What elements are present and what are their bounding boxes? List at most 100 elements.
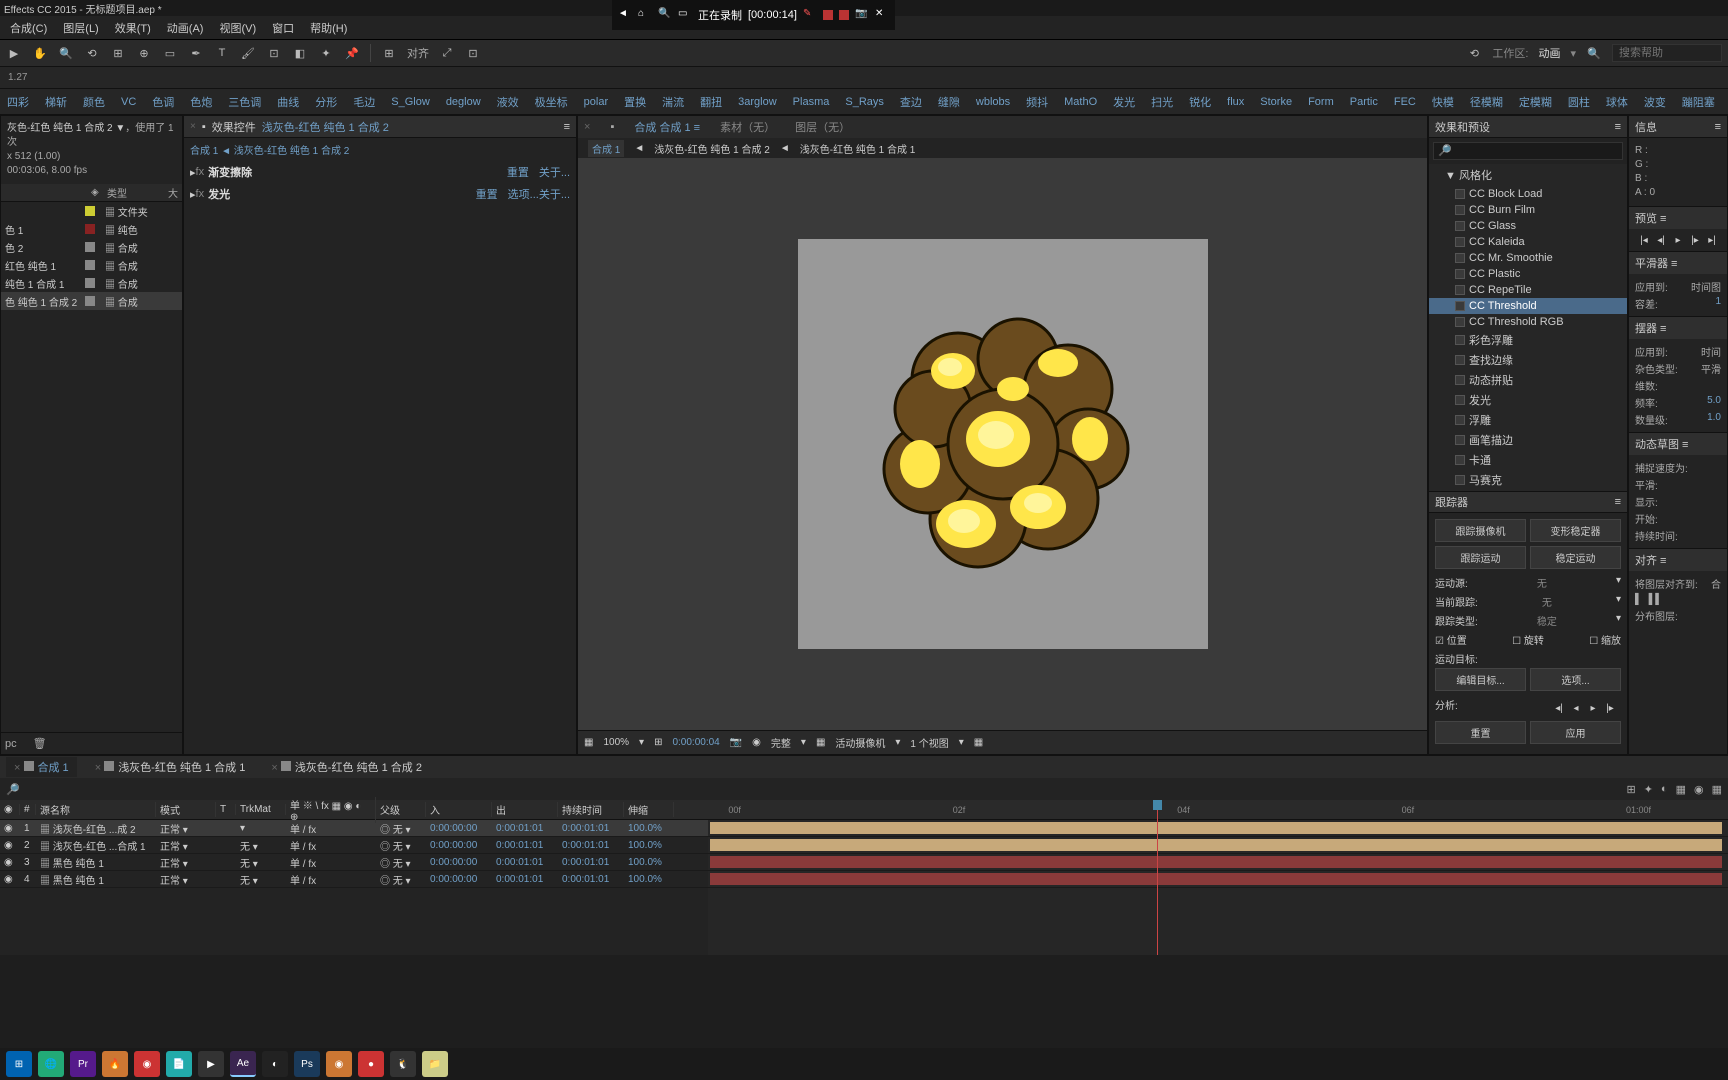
browser-icon[interactable]: 🌐 (38, 1051, 64, 1077)
preset-item[interactable]: 彩色浮雕 (1429, 330, 1627, 350)
next-frame-icon[interactable]: |▸ (1688, 233, 1702, 247)
camera-icon[interactable]: 📷 (855, 8, 869, 22)
tl-tool-icon[interactable]: ▦ (1676, 783, 1686, 796)
preset-item[interactable]: CC Mr. Smoothie (1429, 250, 1627, 266)
preset-item[interactable]: 浮雕 (1429, 410, 1627, 430)
project-item[interactable]: 色 纯色 1 合成 2▦ 合成 (1, 292, 182, 310)
reset-button[interactable]: 重置 (1435, 721, 1526, 744)
edit-target-button[interactable]: 编辑目标... (1435, 668, 1526, 691)
align-center-icon[interactable]: ▐ (1645, 594, 1652, 605)
workspace-dropdown[interactable]: 动画 (1538, 45, 1560, 61)
camera-dropdown[interactable]: 活动摄像机 (835, 735, 885, 750)
project-item[interactable]: ▦ 文件夹 (1, 202, 182, 220)
camera-tool-icon[interactable]: ⊞ (110, 45, 126, 61)
fx-preset-item[interactable]: Partic (1347, 94, 1381, 110)
timeline-layer-row[interactable]: ◉2▦ 浅灰色-红色 ...合成 1正常 ▾无 ▾单 / fx◎ 无 ▾0:00… (0, 837, 708, 854)
app-icon[interactable]: Pr (70, 1051, 96, 1077)
close-icon[interactable]: × (190, 121, 196, 132)
project-item[interactable]: 纯色 1 合成 1▦ 合成 (1, 274, 182, 292)
hand-tool-icon[interactable]: ✋ (32, 45, 48, 61)
selection-tool-icon[interactable]: ▶ (6, 45, 22, 61)
menu-item[interactable]: 合成(C) (4, 18, 53, 38)
crumb-item[interactable]: 合成 1 (588, 140, 624, 157)
composition-canvas[interactable] (798, 239, 1208, 649)
menu-item[interactable]: 效果(T) (109, 18, 157, 38)
app-icon[interactable]: ◉ (326, 1051, 352, 1077)
timeline-layer-row[interactable]: ◉4▦ 黑色 纯色 1正常 ▾无 ▾单 / fx◎ 无 ▾0:00:00:000… (0, 871, 708, 888)
snap-icon[interactable]: ⊞ (381, 45, 397, 61)
preset-item[interactable]: CC RepeTile (1429, 282, 1627, 298)
timeline-layer-row[interactable]: ◉1▦ 浅灰色-红色 ...成 2正常 ▾ ▾单 / fx◎ 无 ▾0:00:0… (0, 820, 708, 837)
fx-preset-item[interactable]: 锐化 (1186, 92, 1214, 112)
motion-src-dropdown[interactable]: 无 (1537, 575, 1547, 590)
fx-preset-item[interactable]: 查边 (897, 92, 925, 112)
warp-stabilize-button[interactable]: 变形稳定器 (1530, 519, 1621, 542)
app-icon[interactable]: 📄 (166, 1051, 192, 1077)
app-icon[interactable]: ● (358, 1051, 384, 1077)
fx-preset-item[interactable]: MathO (1061, 94, 1100, 110)
search-icon[interactable]: 🔎 (6, 783, 20, 796)
explorer-icon[interactable]: 📁 (422, 1051, 448, 1077)
stabilize-motion-button[interactable]: 稳定运动 (1530, 546, 1621, 569)
fx-preset-item[interactable]: 发光 (1110, 92, 1138, 112)
app-icon[interactable]: 🐧 (390, 1051, 416, 1077)
fx-preset-item[interactable]: 频抖 (1023, 92, 1051, 112)
timeline-tab[interactable]: × 浅灰色-红色 纯色 1 合成 2 (263, 757, 430, 777)
tl-tool-icon[interactable]: ⊞ (1626, 783, 1635, 796)
fx-preset-item[interactable]: S_Rays (842, 94, 887, 110)
last-frame-icon[interactable]: ▸| (1705, 233, 1719, 247)
time-display[interactable]: 0:00:00:04 (672, 737, 719, 748)
step-back-icon[interactable]: ◂| (1552, 701, 1566, 715)
preset-item[interactable]: CC Threshold (1429, 298, 1627, 314)
pixel-icon[interactable]: ▦ (974, 737, 983, 748)
fx-preset-item[interactable]: 翻扭 (697, 92, 725, 112)
brush-tool-icon[interactable]: 🖌 (240, 45, 256, 61)
viewer-tab[interactable]: 图层（无） (795, 119, 850, 135)
panel-menu-icon[interactable]: ≡ (564, 121, 570, 133)
fx-preset-item[interactable]: 扫光 (1148, 92, 1176, 112)
viewer-tab[interactable]: 素材（无） (720, 119, 775, 135)
zoom-dropdown[interactable]: 100% (603, 737, 629, 748)
eraser-tool-icon[interactable]: ◧ (292, 45, 308, 61)
app-icon[interactable]: 🔥 (102, 1051, 128, 1077)
effect-row[interactable]: ▸ fx 发光重置选项... 关于... (184, 183, 576, 205)
project-item[interactable]: 红色 纯色 1▦ 合成 (1, 256, 182, 274)
puppet-tool-icon[interactable]: 📌 (344, 45, 360, 61)
fx-preset-item[interactable]: 快模 (1429, 92, 1457, 112)
stamp-tool-icon[interactable]: ⊡ (266, 45, 282, 61)
view-icon[interactable]: ▦ (816, 737, 825, 748)
ps-icon[interactable]: Ps (294, 1051, 320, 1077)
snap-opt-icon[interactable]: ⤢ (439, 45, 455, 61)
search-input[interactable] (1612, 44, 1722, 62)
fx-preset-item[interactable]: Plasma (790, 94, 833, 110)
fx-preset-item[interactable]: 蹦阻塞 (1679, 92, 1718, 112)
menu-item[interactable]: 窗口 (266, 18, 300, 38)
snap-opt2-icon[interactable]: ⊡ (465, 45, 481, 61)
play-icon[interactable]: ▸ (1671, 233, 1685, 247)
project-item[interactable]: 色 1▦ 纯色 (1, 220, 182, 238)
project-item-title[interactable]: 灰色-红色 纯色 1 合成 2 ▼ (7, 123, 125, 134)
preset-item[interactable]: CC Kaleida (1429, 234, 1627, 250)
app-icon[interactable]: ▶ (198, 1051, 224, 1077)
views-dropdown[interactable]: 1 个视图 (910, 735, 948, 750)
roto-tool-icon[interactable]: ✦ (318, 45, 334, 61)
pen-tool-icon[interactable]: ✒ (188, 45, 204, 61)
first-frame-icon[interactable]: |◂ (1637, 233, 1651, 247)
fx-preset-item[interactable]: 色调 (149, 92, 177, 112)
menu-item[interactable]: 图层(L) (57, 18, 104, 38)
col-type[interactable]: 类型 (107, 185, 168, 200)
preset-item[interactable]: CC Plastic (1429, 266, 1627, 282)
preset-item[interactable]: CC Burn Film (1429, 202, 1627, 218)
fx-preset-item[interactable]: Form (1305, 94, 1337, 110)
playhead[interactable] (1157, 800, 1158, 955)
crumb-item[interactable]: 浅灰色-红色 纯色 1 合成 1 (800, 141, 916, 156)
render-dropdown[interactable]: 完整 (771, 735, 791, 750)
channel-icon[interactable]: ◉ (752, 737, 761, 748)
timeline-tab[interactable]: × 浅灰色-红色 纯色 1 合成 1 (87, 757, 254, 777)
fx-preset-item[interactable]: 液效 (494, 92, 522, 112)
fx-preset-item[interactable]: 波变 (1641, 92, 1669, 112)
fx-preset-item[interactable]: deglow (443, 94, 484, 110)
preset-item[interactable]: 发光 (1429, 390, 1627, 410)
preset-item[interactable]: 马赛克 (1429, 470, 1627, 490)
start-icon[interactable]: ⊞ (6, 1051, 32, 1077)
